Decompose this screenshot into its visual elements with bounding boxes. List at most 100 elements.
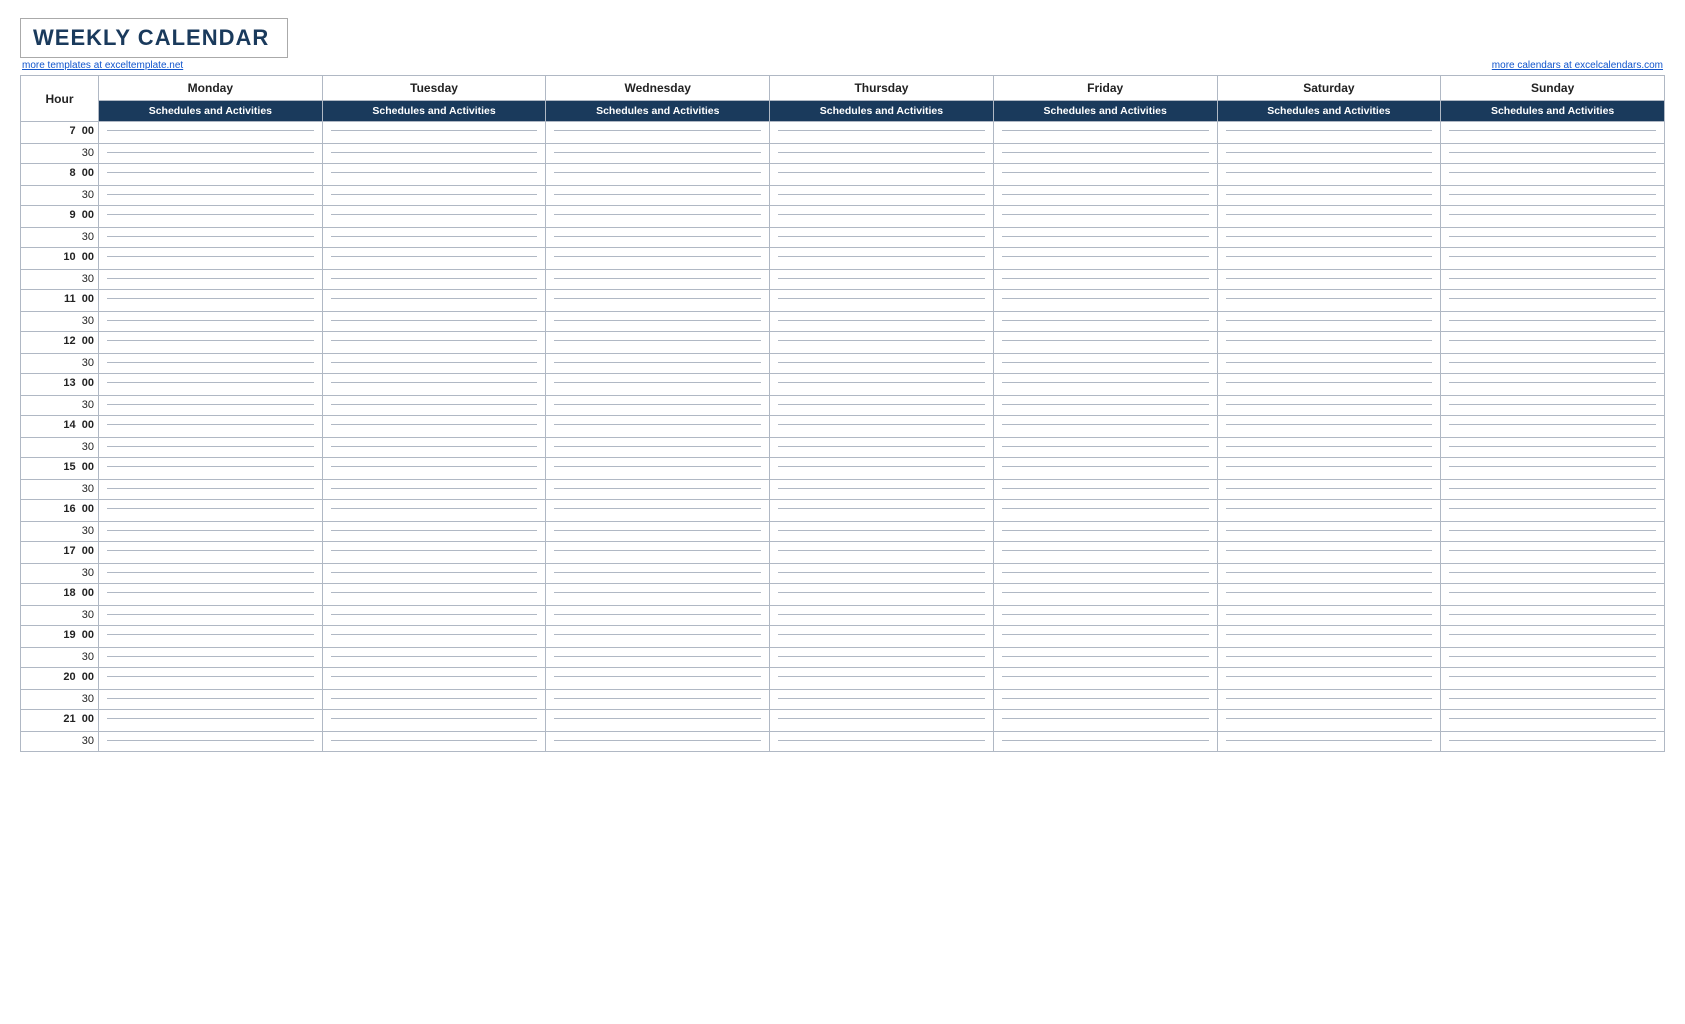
schedule-cell[interactable] [99, 564, 323, 584]
schedule-cell[interactable] [322, 374, 546, 396]
schedule-cell[interactable] [1441, 710, 1665, 732]
schedule-cell[interactable] [99, 732, 323, 752]
schedule-cell[interactable] [993, 206, 1217, 228]
schedule-cell[interactable] [770, 122, 994, 144]
schedule-cell[interactable] [546, 542, 770, 564]
schedule-cell[interactable] [770, 668, 994, 690]
schedule-cell[interactable] [99, 186, 323, 206]
schedule-cell[interactable] [770, 732, 994, 752]
schedule-cell[interactable] [99, 606, 323, 626]
schedule-cell[interactable] [322, 458, 546, 480]
schedule-cell[interactable] [99, 332, 323, 354]
schedule-cell[interactable] [99, 648, 323, 668]
schedule-cell[interactable] [1441, 248, 1665, 270]
schedule-cell[interactable] [993, 312, 1217, 332]
schedule-cell[interactable] [1217, 522, 1441, 542]
schedule-cell[interactable] [1217, 354, 1441, 374]
schedule-cell[interactable] [546, 626, 770, 648]
schedule-cell[interactable] [1217, 648, 1441, 668]
schedule-cell[interactable] [1217, 290, 1441, 312]
schedule-cell[interactable] [322, 668, 546, 690]
schedule-cell[interactable] [546, 396, 770, 416]
schedule-cell[interactable] [1441, 438, 1665, 458]
schedule-cell[interactable] [322, 480, 546, 500]
schedule-cell[interactable] [99, 206, 323, 228]
schedule-cell[interactable] [546, 270, 770, 290]
schedule-cell[interactable] [1217, 248, 1441, 270]
schedule-cell[interactable] [99, 668, 323, 690]
schedule-cell[interactable] [1441, 290, 1665, 312]
schedule-cell[interactable] [993, 332, 1217, 354]
schedule-cell[interactable] [322, 248, 546, 270]
schedule-cell[interactable] [322, 332, 546, 354]
schedule-cell[interactable] [99, 584, 323, 606]
schedule-cell[interactable] [770, 186, 994, 206]
schedule-cell[interactable] [99, 626, 323, 648]
schedule-cell[interactable] [322, 732, 546, 752]
schedule-cell[interactable] [1441, 374, 1665, 396]
schedule-cell[interactable] [1441, 312, 1665, 332]
schedule-cell[interactable] [770, 522, 994, 542]
schedule-cell[interactable] [1441, 354, 1665, 374]
schedule-cell[interactable] [770, 354, 994, 374]
schedule-cell[interactable] [322, 186, 546, 206]
schedule-cell[interactable] [322, 354, 546, 374]
schedule-cell[interactable] [993, 626, 1217, 648]
schedule-cell[interactable] [546, 332, 770, 354]
schedule-cell[interactable] [1441, 270, 1665, 290]
schedule-cell[interactable] [1217, 564, 1441, 584]
schedule-cell[interactable] [770, 332, 994, 354]
schedule-cell[interactable] [546, 522, 770, 542]
schedule-cell[interactable] [546, 164, 770, 186]
schedule-cell[interactable] [770, 396, 994, 416]
schedule-cell[interactable] [546, 710, 770, 732]
schedule-cell[interactable] [1441, 122, 1665, 144]
schedule-cell[interactable] [993, 290, 1217, 312]
schedule-cell[interactable] [770, 438, 994, 458]
schedule-cell[interactable] [546, 354, 770, 374]
schedule-cell[interactable] [770, 690, 994, 710]
schedule-cell[interactable] [993, 416, 1217, 438]
schedule-cell[interactable] [770, 270, 994, 290]
schedule-cell[interactable] [99, 542, 323, 564]
schedule-cell[interactable] [322, 606, 546, 626]
schedule-cell[interactable] [546, 606, 770, 626]
schedule-cell[interactable] [1441, 606, 1665, 626]
schedule-cell[interactable] [1441, 480, 1665, 500]
schedule-cell[interactable] [993, 438, 1217, 458]
schedule-cell[interactable] [770, 710, 994, 732]
schedule-cell[interactable] [99, 480, 323, 500]
schedule-cell[interactable] [322, 144, 546, 164]
schedule-cell[interactable] [993, 248, 1217, 270]
schedule-cell[interactable] [99, 270, 323, 290]
schedule-cell[interactable] [1441, 690, 1665, 710]
schedule-cell[interactable] [546, 564, 770, 584]
schedule-cell[interactable] [1217, 668, 1441, 690]
schedule-cell[interactable] [322, 584, 546, 606]
schedule-cell[interactable] [770, 648, 994, 668]
schedule-cell[interactable] [1217, 500, 1441, 522]
schedule-cell[interactable] [322, 522, 546, 542]
schedule-cell[interactable] [770, 480, 994, 500]
schedule-cell[interactable] [770, 542, 994, 564]
schedule-cell[interactable] [993, 690, 1217, 710]
schedule-cell[interactable] [993, 648, 1217, 668]
schedule-cell[interactable] [1441, 396, 1665, 416]
schedule-cell[interactable] [99, 438, 323, 458]
schedule-cell[interactable] [322, 270, 546, 290]
schedule-cell[interactable] [99, 690, 323, 710]
schedule-cell[interactable] [993, 710, 1217, 732]
schedule-cell[interactable] [322, 564, 546, 584]
schedule-cell[interactable] [993, 584, 1217, 606]
schedule-cell[interactable] [993, 500, 1217, 522]
schedule-cell[interactable] [993, 186, 1217, 206]
schedule-cell[interactable] [1217, 584, 1441, 606]
link-right[interactable]: more calendars at excelcalendars.com [1492, 60, 1663, 71]
schedule-cell[interactable] [1441, 584, 1665, 606]
schedule-cell[interactable] [993, 122, 1217, 144]
schedule-cell[interactable] [1441, 626, 1665, 648]
schedule-cell[interactable] [322, 164, 546, 186]
schedule-cell[interactable] [1441, 164, 1665, 186]
schedule-cell[interactable] [1217, 690, 1441, 710]
schedule-cell[interactable] [1441, 732, 1665, 752]
